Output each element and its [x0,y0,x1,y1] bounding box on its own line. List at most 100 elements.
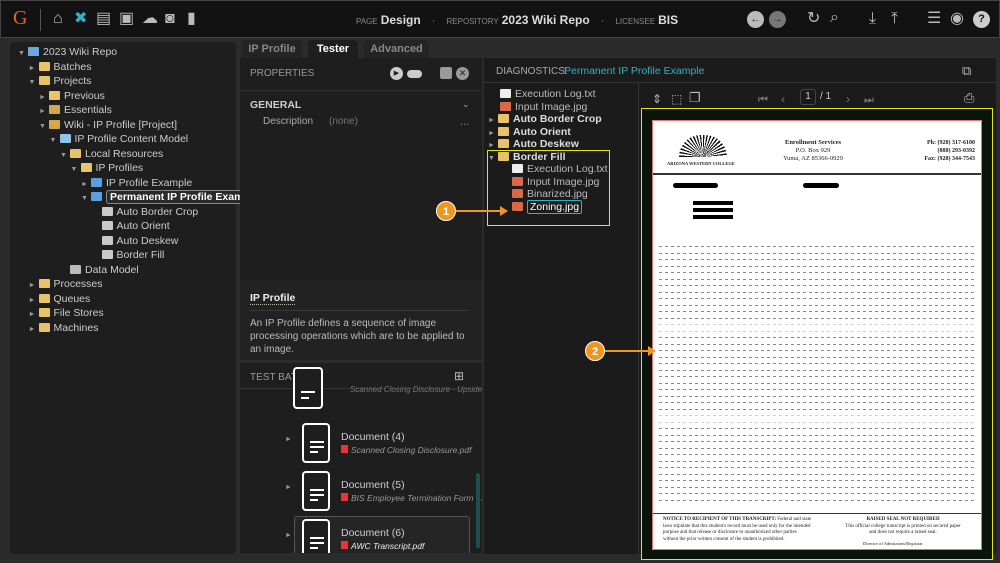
search-icon[interactable]: ⌕ [830,10,839,26]
expand-arrow-icon[interactable]: ► [29,323,39,338]
home-icon[interactable]: ⌂ [53,11,63,27]
pdf-icon [341,445,348,453]
tree-item-label: File Stores [53,307,104,319]
tree-item[interactable]: ► Batches [10,60,236,75]
fit-height-icon[interactable]: ⇕ [652,91,662,107]
tree-item[interactable]: ► IP Profile Example [10,176,236,191]
general-section[interactable]: GENERAL [250,99,301,111]
tree-item[interactable]: ► Processes [10,277,236,292]
tab-tester[interactable]: Tester [308,40,358,58]
description-value[interactable]: (none) [329,116,358,127]
tree-item[interactable]: ► Machines [10,321,236,336]
tree-item[interactable]: ▼ IP Profile Content Model [10,132,236,147]
back-button[interactable]: ← [747,11,764,28]
tree-item[interactable]: ▼ Permanent IP Profile Example [10,190,263,205]
transcript-text-line [659,415,975,417]
logo[interactable]: G [13,7,27,30]
tree-item[interactable]: Data Model [10,263,236,278]
help-title[interactable]: IP Profile [250,292,296,305]
expand-arrow-icon[interactable]: ► [285,532,292,539]
tree-item[interactable]: ▼ IP Profiles [10,161,236,176]
close-icon[interactable]: ✕ [456,67,469,80]
transcript-text-line [659,356,975,358]
diagnostic-file[interactable]: ► Auto Orient [488,126,638,139]
transcript-text-line [659,272,975,274]
media-icon[interactable]: ▣ [119,11,134,27]
txt-icon [500,89,511,98]
batch-document[interactable]: ► Document (5) BIS Employee Termination … [240,466,482,514]
batch-document[interactable]: ► Document (6) AWC Transcript.pdf [240,514,476,553]
transcript-text-line [659,480,975,482]
transcript-text-line [659,460,975,462]
collapse-chevron-icon[interactable]: ⌄ [462,99,470,110]
upload-icon[interactable]: ⤒ [891,11,898,27]
document-name: Document (6) [341,527,405,539]
tab-advanced[interactable]: Advanced [364,40,429,58]
transcript-text-line [659,317,975,319]
transcript-text-line [659,343,975,345]
first-page-icon[interactable]: ⏮ [758,92,768,108]
toggle-switch[interactable] [407,70,422,78]
file-label: Auto Deskew [513,138,579,150]
tree-item[interactable]: ▼ Wiki - IP Profile [Project] [10,118,236,133]
tree-item[interactable]: ► Previous [10,89,236,104]
college-name: ARIZONA WESTERN COLLEGE [667,161,735,166]
batch-document[interactable]: ► Document (4) Scanned Closing Disclosur… [240,418,476,466]
callout-line-2 [603,350,651,352]
transcript-text-line [659,434,975,436]
diagnostic-file[interactable]: ► Auto Border Crop [488,113,638,126]
callout-arrow [648,346,656,356]
hierarchy-icon[interactable]: ⊞ [454,368,464,384]
tree-item[interactable]: Auto Orient [10,219,236,234]
forward-button[interactable]: → [769,11,786,28]
diagnostic-file[interactable]: Input Image.jpg [488,101,638,114]
archive-icon[interactable]: ▤ [96,11,111,27]
transcript-text-line [659,421,975,423]
tree-item[interactable]: Auto Border Crop [10,205,236,220]
fit-page-icon[interactable]: ⬚ [671,91,682,107]
description-more-button[interactable]: ... [460,116,469,128]
licensee-label: LICENSEE [615,17,656,26]
tree-item[interactable]: ► File Stores [10,306,236,321]
document-file: Scanned Closing Disclosure.pdf [351,445,472,455]
page-input[interactable]: 1 [800,89,816,105]
tree-item[interactable]: ▼ Projects [10,74,236,89]
transcript-text-line [659,265,975,267]
licensee-value: BIS [658,13,679,27]
last-page-icon[interactable]: ⏭ [864,92,874,108]
description-label: Description [263,116,314,127]
tree-item[interactable]: ▼ Local Resources [10,147,236,162]
diagnostic-file[interactable]: Execution Log.txt [488,88,638,101]
tree-item[interactable]: ► Essentials [10,103,236,118]
help-icon[interactable]: ? [973,11,990,28]
user-icon[interactable]: ◉ [950,11,964,27]
prev-page-icon[interactable]: ‹ [781,91,785,107]
tab-ip-profile[interactable]: IP Profile [242,40,302,58]
cloud-upload-icon[interactable]: ☁ [142,11,158,27]
diagnostic-file[interactable]: ► Auto Deskew [488,138,638,151]
tree-item[interactable]: Auto Deskew [10,234,236,249]
tree-item[interactable]: ► Queues [10,292,236,307]
chart-icon[interactable]: ▮ [187,11,196,27]
tree-item-label: Machines [53,321,99,334]
download-icon[interactable]: ⤓ [869,11,876,27]
transcript-text-line [659,311,975,313]
print-icon[interactable]: ⎙ [964,90,974,106]
copy-icon[interactable]: ❐ [689,90,701,106]
expand-arrow-icon[interactable]: ► [285,484,292,491]
database-icon[interactable]: ☰ [927,11,941,27]
refresh-icon[interactable]: ↻ [807,11,820,27]
play-button[interactable]: ▶ [390,67,403,80]
next-page-icon[interactable]: › [846,91,850,107]
transcript-text-line [659,369,975,371]
external-link-icon[interactable]: ⧉ [962,63,971,79]
diagnostics-label: DIAGNOSTICS: [496,66,568,77]
tree-item-label: Auto Orient [116,220,170,232]
scrollbar[interactable] [476,473,480,548]
tree-item[interactable]: ▼ 2023 Wiki Repo [10,45,236,60]
tree-item[interactable]: Border Fill [10,248,236,263]
expand-arrow-icon[interactable]: ► [285,436,292,443]
save-icon[interactable] [440,67,452,79]
tools-icon[interactable]: ✖ [74,11,87,27]
briefcase-clock-icon[interactable]: ◙ [165,11,175,27]
